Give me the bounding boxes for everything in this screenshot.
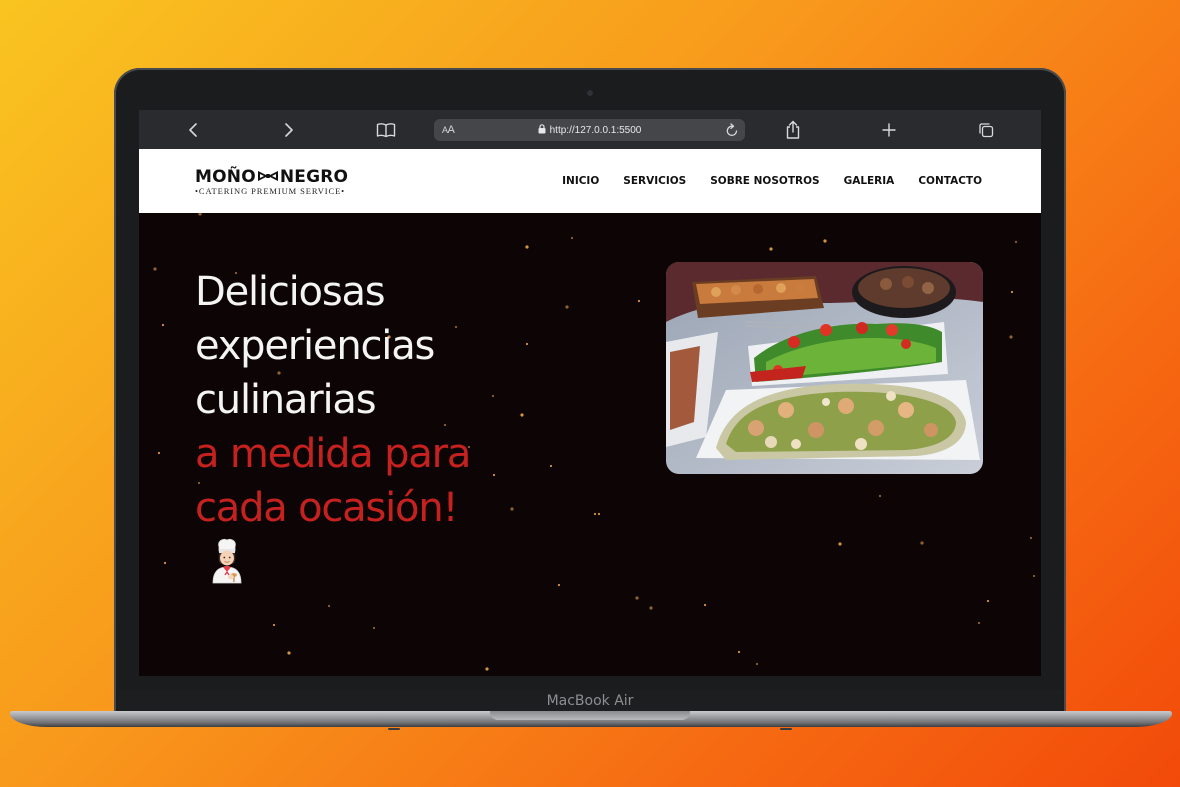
hero-section: Deliciosas experiencias culinarias a med… bbox=[139, 213, 1041, 676]
star-dot bbox=[1014, 240, 1018, 244]
address-bar[interactable]: AA http://127.0.0.1:5500 bbox=[434, 119, 745, 141]
laptop-notch bbox=[490, 711, 690, 720]
laptop-foot bbox=[780, 728, 792, 730]
star-dot bbox=[153, 267, 157, 271]
bookmarks-icon[interactable] bbox=[371, 110, 401, 149]
url-text: http://127.0.0.1:5500 bbox=[549, 124, 642, 136]
star-dot bbox=[986, 599, 990, 603]
headline-line-3: culinarias bbox=[195, 377, 377, 423]
star-dot bbox=[163, 561, 167, 565]
star-dot bbox=[703, 603, 707, 607]
food-photo bbox=[666, 262, 983, 474]
forward-icon[interactable] bbox=[274, 110, 304, 149]
star-dot bbox=[485, 667, 489, 671]
nav-galeria[interactable]: GALERIA bbox=[844, 175, 895, 187]
star-dot bbox=[1010, 290, 1014, 294]
site-logo[interactable]: MOÑO NEGRO •CATERING PREMIUM SERVICE• bbox=[195, 167, 348, 196]
star-dot bbox=[878, 494, 882, 498]
camera bbox=[587, 90, 593, 96]
star-dot bbox=[1029, 536, 1033, 540]
star-dot bbox=[161, 323, 165, 327]
model-label: MacBook Air bbox=[546, 693, 634, 709]
headline-line-1: Deliciosas bbox=[195, 269, 386, 315]
laptop-foot bbox=[388, 728, 400, 730]
hero-headline: Deliciosas experiencias culinarias a med… bbox=[195, 265, 615, 535]
star-dot bbox=[1032, 574, 1036, 578]
star-dot bbox=[327, 604, 331, 608]
site-header: MOÑO NEGRO •CATERING PREMIUM SERVICE• IN… bbox=[139, 149, 1041, 213]
chef-emoji bbox=[207, 537, 247, 590]
star-dot bbox=[372, 626, 376, 630]
star-dot bbox=[737, 650, 741, 654]
star-dot bbox=[649, 606, 653, 610]
star-dot bbox=[557, 583, 561, 587]
star-dot bbox=[637, 299, 641, 303]
logo-word-mono: MOÑO bbox=[195, 167, 256, 187]
headline-line-5: cada ocasión! bbox=[195, 485, 459, 531]
star-dot bbox=[570, 236, 574, 240]
share-icon[interactable] bbox=[778, 110, 808, 149]
star-dot bbox=[525, 245, 529, 249]
nav-servicios[interactable]: SERVICIOS bbox=[623, 175, 686, 187]
star-dot bbox=[1009, 335, 1013, 339]
star-dot bbox=[157, 451, 161, 455]
new-tab-icon[interactable] bbox=[874, 110, 904, 149]
lock-icon bbox=[538, 121, 546, 139]
nav-contacto[interactable]: CONTACTO bbox=[918, 175, 982, 187]
star-dot bbox=[272, 623, 276, 627]
tabs-icon[interactable] bbox=[971, 110, 1001, 149]
reload-icon[interactable] bbox=[725, 122, 739, 143]
star-dot bbox=[769, 247, 773, 251]
back-icon[interactable] bbox=[178, 110, 208, 149]
star-dot bbox=[920, 541, 924, 545]
logo-word-negro: NEGRO bbox=[279, 167, 349, 187]
logo-tagline: •CATERING PREMIUM SERVICE• bbox=[195, 186, 346, 196]
browser-toolbar: AA http://127.0.0.1:5500 bbox=[139, 110, 1041, 149]
star-dot bbox=[755, 662, 759, 666]
star-dot bbox=[977, 621, 981, 625]
main-nav: INICIO SERVICIOS SOBRE NOSOTROS GALERIA … bbox=[562, 149, 982, 213]
star-dot bbox=[823, 239, 827, 243]
headline-line-2: experiencias bbox=[195, 323, 435, 369]
bowtie-icon bbox=[257, 167, 279, 187]
nav-sobre-nosotros[interactable]: SOBRE NOSOTROS bbox=[710, 175, 819, 187]
star-dot bbox=[198, 213, 202, 216]
nav-inicio[interactable]: INICIO bbox=[562, 175, 599, 187]
screen: AA http://127.0.0.1:5500 MOÑO NEGRO •CAT… bbox=[139, 110, 1041, 676]
star-dot bbox=[287, 651, 291, 655]
star-dot bbox=[635, 596, 639, 600]
headline-line-4: a medida para bbox=[195, 431, 471, 477]
star-dot bbox=[838, 542, 842, 546]
